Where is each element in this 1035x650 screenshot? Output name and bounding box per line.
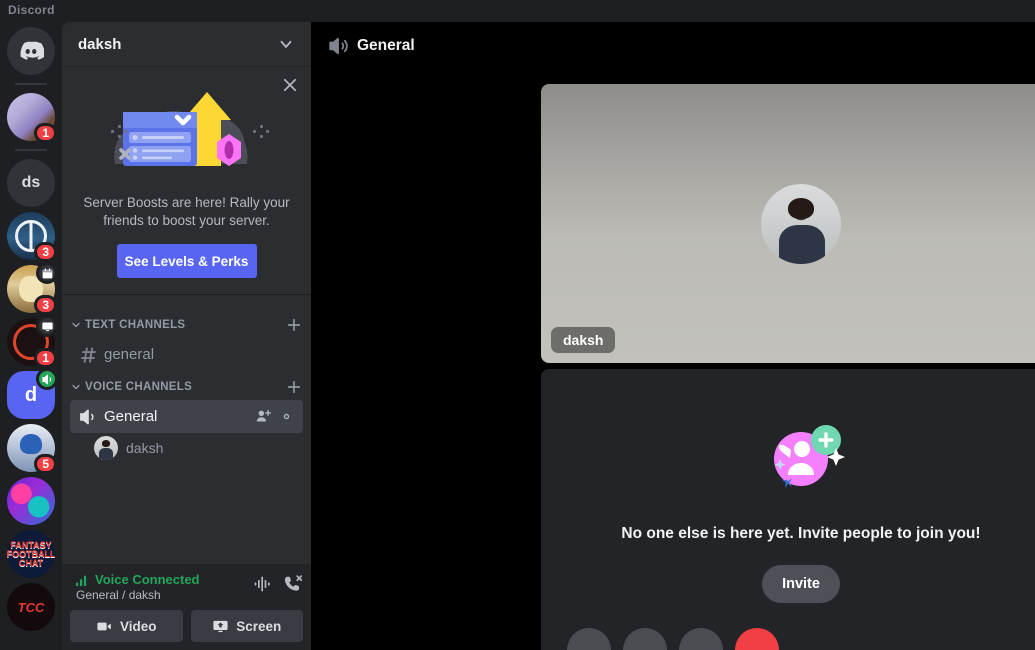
guild-avatar-7[interactable]: 5 bbox=[7, 424, 57, 474]
channel-header: General bbox=[311, 22, 1035, 70]
invite-button[interactable]: Invite bbox=[762, 565, 840, 603]
channel-category-text-channels[interactable]: TEXT CHANNELS bbox=[62, 313, 311, 337]
channel-general[interactable]: General bbox=[70, 400, 303, 433]
guild-avatar-4[interactable]: 3 bbox=[7, 262, 58, 315]
participant-video-tile[interactable]: daksh bbox=[541, 84, 1035, 363]
calendar-icon-badge bbox=[36, 262, 58, 284]
voice-status-row: Voice Connected bbox=[76, 572, 253, 587]
server-header[interactable]: daksh bbox=[62, 22, 311, 66]
unread-badge: 1 bbox=[34, 123, 57, 143]
discord-logo-icon bbox=[20, 41, 44, 60]
disconnect-call-icon[interactable] bbox=[283, 574, 303, 594]
channel-category-voice-channels[interactable]: VOICE CHANNELS bbox=[62, 375, 311, 399]
screen-share-icon bbox=[213, 620, 228, 632]
promo-description: Server Boosts are here! Rally your frien… bbox=[83, 195, 290, 228]
screen-icon-badge bbox=[36, 315, 58, 337]
invite-message: No one else is here yet. Invite people t… bbox=[621, 525, 981, 542]
channel-name: General bbox=[104, 408, 158, 425]
guild-avatar-5[interactable]: 1 bbox=[7, 315, 58, 368]
discord-home-button[interactable] bbox=[7, 27, 55, 75]
avatar: FANTASY FOOTBALL CHAT bbox=[7, 530, 55, 578]
app-brand-label: Discord bbox=[8, 3, 55, 17]
main-content: General daksh No one else is here yet. I… bbox=[311, 22, 1035, 650]
guild-avatar-3[interactable]: 3 bbox=[7, 212, 57, 262]
discord-home-icon bbox=[7, 27, 55, 75]
speaker-icon-badge bbox=[36, 368, 58, 390]
video-button-label: Video bbox=[119, 618, 157, 634]
voice-status-label: Voice Connected bbox=[95, 572, 200, 587]
server-rail[interactable]: 1 ds 3 3 1 d 5 FANTASY FOOTBALL CHAT TCC bbox=[0, 22, 62, 650]
voice-controls-bar bbox=[311, 622, 1035, 650]
channel-title: General bbox=[357, 37, 415, 54]
invite-people-card: No one else is here yet. Invite people t… bbox=[541, 369, 1035, 650]
rail-separator bbox=[15, 149, 47, 151]
unread-badge: 5 bbox=[34, 454, 57, 474]
voice-member-daksh[interactable]: daksh bbox=[86, 434, 303, 462]
control-button-3[interactable] bbox=[679, 628, 723, 650]
category-label: TEXT CHANNELS bbox=[85, 319, 186, 331]
avatar bbox=[761, 183, 841, 264]
guild-avatar-8[interactable] bbox=[7, 477, 55, 525]
avatar bbox=[7, 477, 55, 525]
guild-tcc[interactable]: TCC bbox=[7, 583, 55, 631]
channel-list: TEXT CHANNELS general VOICE CHANNELS Genera… bbox=[62, 295, 311, 462]
chevron-down-icon[interactable] bbox=[277, 35, 295, 53]
channel-name: general bbox=[104, 346, 155, 363]
unread-badge: 1 bbox=[34, 348, 57, 368]
window-titlebar: Discord bbox=[0, 0, 1035, 22]
caret-down-icon[interactable] bbox=[70, 381, 82, 393]
screen-button-label: Screen bbox=[236, 618, 282, 634]
control-button-1[interactable] bbox=[567, 628, 611, 650]
voice-stage: daksh No one else is here yet. Invite pe… bbox=[311, 70, 1035, 650]
noise-suppression-icon[interactable] bbox=[253, 574, 273, 594]
calendar-icon bbox=[42, 267, 52, 278]
screen-icon bbox=[41, 321, 53, 331]
invite-user-icon[interactable] bbox=[255, 408, 272, 425]
guild-initials: ds bbox=[21, 174, 41, 191]
speaker-icon bbox=[80, 409, 94, 424]
plus-icon[interactable] bbox=[285, 316, 303, 334]
server-boost-promo: Server Boosts are here! Rally your frien… bbox=[62, 66, 311, 295]
unread-badge: 3 bbox=[34, 295, 57, 315]
speaker-icon bbox=[329, 37, 348, 55]
avatar bbox=[94, 436, 118, 460]
rail-separator bbox=[15, 83, 47, 85]
channel-sidebar: daksh Server Boosts are here! Rally your… bbox=[62, 22, 311, 650]
participant-name-label: daksh bbox=[551, 327, 616, 353]
control-button-2[interactable] bbox=[623, 628, 667, 650]
voice-channel-path: General / daksh bbox=[76, 588, 161, 602]
server-boost-illustration bbox=[97, 86, 277, 186]
voice-member-name: daksh bbox=[126, 440, 164, 456]
discord-window: Discord 1 ds 3 3 1 d 5 FANTASY FOOTBALL CHAT TCC… bbox=[0, 0, 1035, 650]
screen-button[interactable]: Screen bbox=[190, 610, 303, 642]
voice-connected-panel: Voice Connected General / daksh Video Sc… bbox=[62, 564, 311, 650]
speaker-small-icon bbox=[41, 374, 51, 384]
guild-avatar-1[interactable]: 1 bbox=[7, 93, 57, 143]
caret-down-icon[interactable] bbox=[70, 319, 82, 331]
avatar: TCC bbox=[7, 583, 55, 631]
disconnect-button[interactable] bbox=[735, 628, 779, 650]
guild-daksh[interactable]: d bbox=[7, 368, 58, 419]
hash-icon bbox=[81, 347, 96, 362]
signal-bars-icon bbox=[76, 575, 87, 586]
video-camera-icon bbox=[97, 622, 111, 630]
avatar: ds bbox=[7, 159, 55, 207]
gear-icon[interactable] bbox=[278, 408, 295, 425]
unread-badge: 3 bbox=[34, 242, 57, 262]
guild-ds[interactable]: ds bbox=[7, 159, 55, 207]
guild-fantasy-football-chat[interactable]: FANTASY FOOTBALL CHAT bbox=[7, 530, 55, 578]
category-label: VOICE CHANNELS bbox=[85, 381, 193, 393]
video-button[interactable]: Video bbox=[70, 610, 183, 642]
plus-icon[interactable] bbox=[285, 378, 303, 396]
see-levels-and-perks-button[interactable]: See Levels & Perks bbox=[116, 244, 257, 278]
close-icon[interactable] bbox=[281, 76, 299, 94]
invite-people-illustration bbox=[716, 407, 886, 507]
channel-general[interactable]: general bbox=[70, 338, 303, 371]
server-name-label: daksh bbox=[78, 35, 122, 53]
